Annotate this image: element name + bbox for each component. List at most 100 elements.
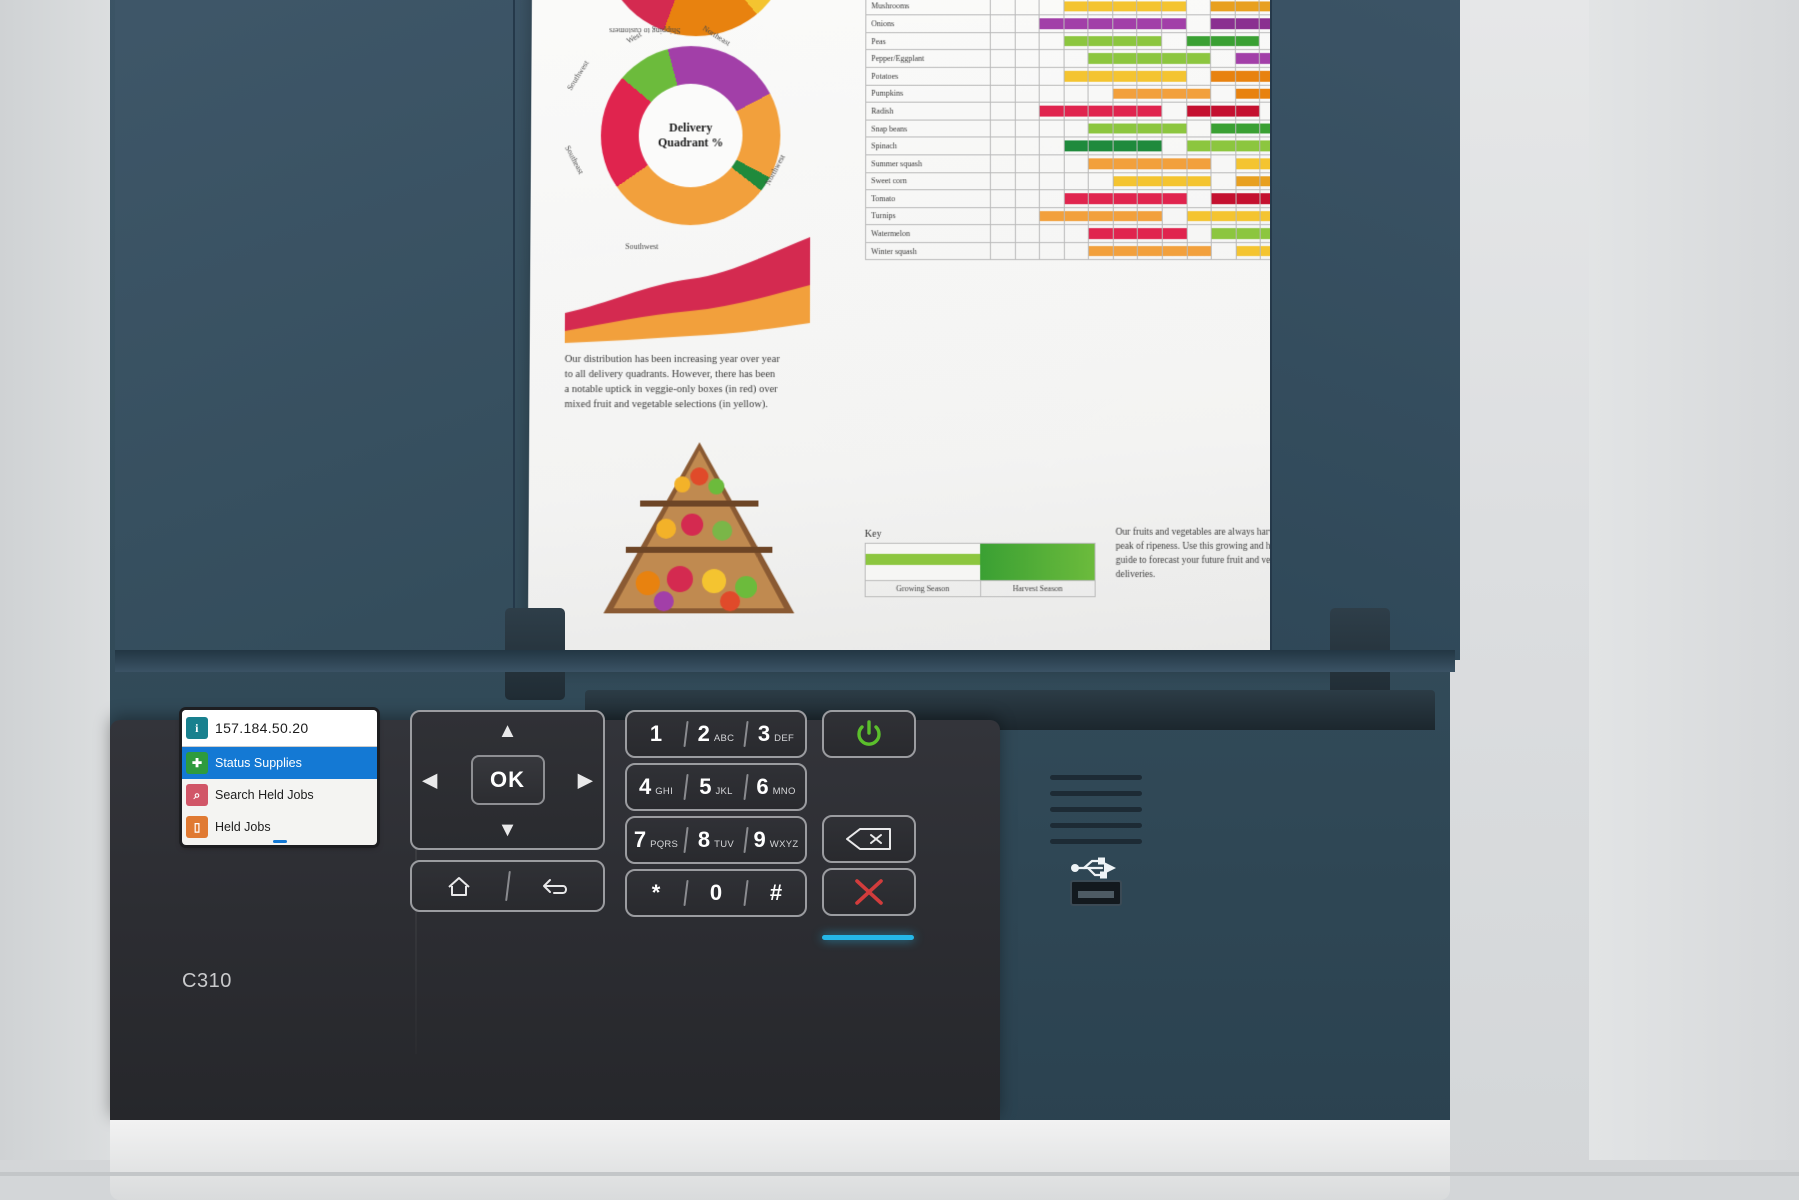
quadrant-title-line1: Delivery	[669, 120, 713, 135]
lcd-menu-item-2[interactable]: ▯ Held Jobs	[182, 811, 377, 843]
keypad-key-3[interactable]: 3 DEF	[747, 721, 805, 747]
backspace-icon	[846, 828, 891, 850]
keypad-key-#[interactable]: #	[747, 880, 805, 906]
keypad-key-6[interactable]: 6 MNO	[747, 774, 805, 800]
season-bar	[1211, 105, 1235, 117]
keypad-row-3[interactable]: * 0 #	[625, 869, 807, 917]
season-bar	[1137, 1, 1162, 12]
season-cell	[1088, 172, 1114, 190]
season-cell	[1015, 154, 1040, 173]
season-bar	[1089, 245, 1113, 257]
navigation-pad[interactable]: ▲ ▼ ◀ ▶ OK	[410, 710, 605, 850]
keypad-row-1[interactable]: 4 GHI 5 JKL 6 MNO	[625, 763, 807, 811]
nav-left-button[interactable]: ◀	[422, 768, 437, 793]
season-cell	[990, 0, 1015, 15]
crop-name-cell: Summer squash	[865, 154, 991, 173]
season-cell	[1186, 67, 1211, 85]
season-bar	[1113, 228, 1138, 239]
table-row: Tomato	[865, 189, 1334, 208]
crop-name-cell: Peas	[865, 32, 991, 50]
key-label-growing: Growing Season	[895, 584, 950, 594]
season-cell	[1211, 172, 1236, 190]
keypad-key-4[interactable]: 4 GHI	[627, 774, 685, 800]
keypad-row-0[interactable]: 1 2 ABC 3 DEF	[625, 710, 807, 758]
nav-right-button[interactable]: ▶	[578, 768, 593, 793]
season-cell	[1015, 172, 1040, 190]
season-cell	[990, 14, 1015, 33]
season-cell	[1186, 119, 1211, 138]
season-bar	[1211, 193, 1236, 204]
season-cell	[1235, 172, 1261, 190]
season-cell	[1088, 32, 1113, 50]
season-bar	[1186, 53, 1211, 64]
crop-name-cell: Mushrooms	[865, 0, 991, 15]
keypad-key-8[interactable]: 8 TUV	[687, 827, 745, 853]
season-cell	[1063, 102, 1089, 120]
season-bar	[1235, 105, 1260, 117]
season-cell	[1235, 154, 1261, 173]
cancel-button[interactable]	[822, 868, 916, 916]
season-bar	[1137, 53, 1162, 64]
season-bar	[1088, 70, 1113, 82]
power-button[interactable]	[822, 710, 916, 758]
keypad-key-7[interactable]: 7 PQRS	[627, 827, 685, 853]
nav-up-button[interactable]: ▲	[498, 720, 518, 743]
crop-name-cell: Winter squash	[865, 242, 991, 261]
season-cell	[1186, 84, 1211, 103]
keypad-key-2[interactable]: 2 ABC	[687, 721, 745, 747]
home-back-button-group[interactable]	[410, 860, 605, 912]
lcd-scroll-indicator[interactable]	[272, 840, 287, 843]
backdrop-right-wall	[1589, 0, 1799, 1160]
donut-label-shipping: Shipping to customers	[609, 26, 681, 36]
key-swatch-row	[864, 542, 1096, 582]
season-bar	[1088, 123, 1113, 134]
lcd-menu-item-0[interactable]: ✚ Status Supplies	[182, 747, 377, 779]
back-button[interactable]	[509, 862, 604, 910]
season-cell	[1137, 119, 1162, 138]
keypad-key-5[interactable]: 5 JKL	[687, 774, 745, 800]
season-bar	[1236, 210, 1260, 222]
season-bar	[1088, 18, 1113, 29]
season-bar	[1235, 123, 1260, 134]
lcd-menu-item-1[interactable]: ⌕ Search Held Jobs	[182, 779, 377, 811]
season-cell	[1210, 84, 1236, 103]
season-cell	[1063, 67, 1089, 85]
season-cell	[1063, 119, 1089, 138]
season-cell	[1014, 67, 1040, 85]
harvest-guide-table: CabbageCarrotsCucumbersLettuce (leaf)Let…	[865, 0, 1335, 261]
season-cell	[1039, 119, 1064, 138]
season-cell	[1211, 207, 1236, 225]
keypad-key-number: 7	[633, 827, 647, 852]
season-cell	[1234, 32, 1260, 50]
crop-name-cell: Radish	[865, 102, 991, 120]
usb-port[interactable]	[1070, 880, 1122, 906]
season-cell	[1064, 189, 1089, 208]
season-cell	[1210, 119, 1236, 138]
season-bar	[1089, 228, 1113, 239]
power-icon	[857, 720, 881, 746]
lcd-screen[interactable]: i 157.184.50.20 ✚ Status Supplies ⌕ Search …	[182, 710, 377, 845]
season-cell	[1112, 0, 1138, 15]
season-bar	[1162, 228, 1187, 239]
season-bar	[1186, 35, 1211, 47]
keypad-key-0[interactable]: 0	[687, 880, 745, 906]
season-bar	[1089, 193, 1113, 204]
keypad-row-2[interactable]: 7 PQRS 8 TUV 9 WXYZ	[625, 816, 807, 864]
backspace-button[interactable]	[822, 815, 916, 863]
season-cell	[1112, 137, 1138, 155]
keypad-key-9[interactable]: 9 WXYZ	[747, 827, 805, 853]
nav-down-button[interactable]: ▼	[498, 819, 518, 842]
lcd-menu-item-label: Search Held Jobs	[215, 788, 314, 802]
crop-name-cell: Tomato	[865, 189, 991, 208]
keypad-key-*[interactable]: *	[627, 880, 685, 906]
season-bar	[1236, 228, 1260, 239]
season-bar	[1186, 140, 1211, 152]
season-bar	[1187, 175, 1211, 187]
keypad-key-1[interactable]: 1	[627, 721, 685, 747]
table-row: Peas	[865, 32, 1334, 50]
season-cell	[990, 67, 1015, 85]
season-bar	[1113, 35, 1137, 47]
home-button[interactable]	[412, 862, 507, 910]
ok-button[interactable]: OK	[470, 755, 545, 805]
x-icon	[855, 879, 883, 905]
